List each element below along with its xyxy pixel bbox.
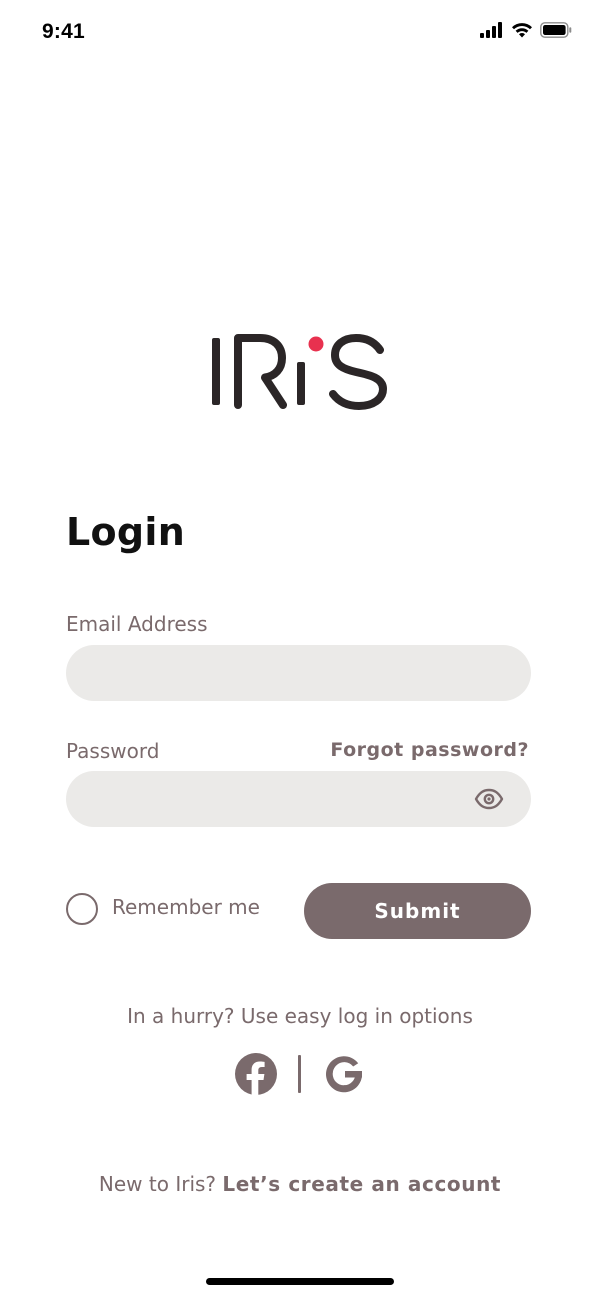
status-time: 9:41 bbox=[42, 20, 85, 43]
status-bar: 9:41 bbox=[0, 0, 600, 64]
google-icon[interactable] bbox=[322, 1052, 366, 1096]
email-field-container[interactable] bbox=[66, 645, 531, 701]
easy-login-text: In a hurry? Use easy log in options bbox=[127, 1004, 473, 1028]
status-icons bbox=[480, 22, 572, 38]
signal-bars-icon bbox=[480, 22, 504, 38]
social-login-row bbox=[234, 1052, 368, 1096]
password-field[interactable] bbox=[90, 771, 470, 827]
remember-me-label: Remember me bbox=[112, 895, 260, 919]
signup-row: New to Iris? Let’s create an account bbox=[0, 1172, 600, 1196]
email-label: Email Address bbox=[66, 612, 208, 636]
create-account-link[interactable]: Let’s create an account bbox=[222, 1172, 501, 1196]
remember-me-toggle[interactable]: Remember me bbox=[66, 893, 260, 925]
home-indicator bbox=[206, 1278, 394, 1285]
submit-button[interactable]: Submit bbox=[304, 883, 531, 939]
login-title: Login bbox=[66, 510, 186, 554]
forgot-password-link[interactable]: Forgot password? bbox=[330, 739, 529, 761]
password-label: Password bbox=[66, 739, 160, 763]
social-divider bbox=[298, 1055, 301, 1093]
signup-prompt: New to Iris? bbox=[98, 1172, 223, 1196]
password-field-container[interactable] bbox=[66, 771, 531, 827]
facebook-icon[interactable] bbox=[234, 1052, 278, 1096]
remember-me-radio[interactable] bbox=[66, 893, 98, 925]
iris-logo bbox=[208, 332, 394, 412]
eye-icon[interactable] bbox=[474, 788, 504, 810]
wifi-icon bbox=[511, 22, 533, 38]
battery-icon bbox=[540, 22, 572, 38]
email-field[interactable] bbox=[90, 645, 470, 701]
